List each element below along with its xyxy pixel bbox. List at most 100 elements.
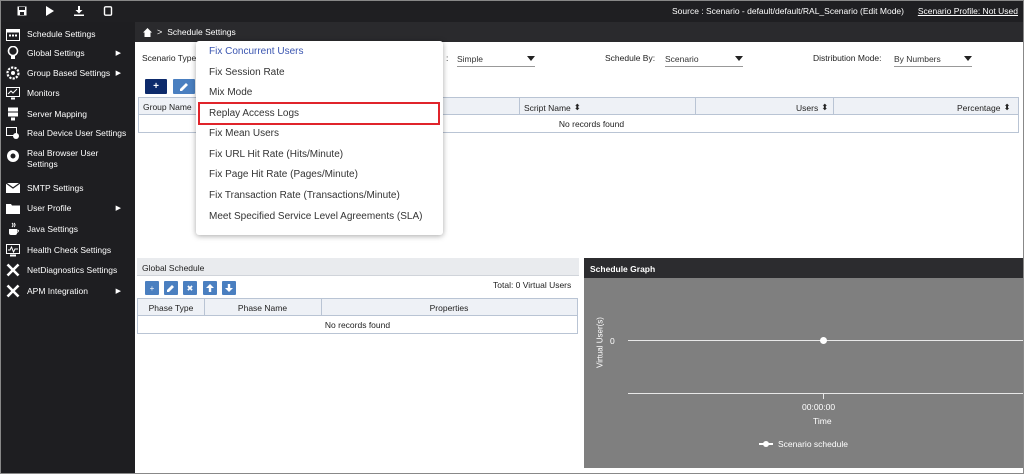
sidebar-item-schedule-settings[interactable]: Schedule Settings bbox=[0, 25, 135, 43]
tools-icon bbox=[5, 262, 21, 278]
edit-group-button[interactable] bbox=[173, 79, 195, 94]
sidebar-item-java-settings[interactable]: Java Settings bbox=[0, 220, 135, 238]
sidebar-item-smtp-settings[interactable]: SMTP Settings bbox=[0, 179, 135, 197]
graph-xtick: 00:00:00 bbox=[802, 402, 836, 412]
sidebar-item-label: Global Settings bbox=[27, 48, 85, 58]
column-users[interactable]: Users ⬍ bbox=[796, 102, 828, 113]
sidebar-item-user-profile[interactable]: User Profile ▶ bbox=[0, 199, 135, 217]
source-info: Source : Scenario - default/default/RAL_… bbox=[672, 6, 904, 16]
schedule-by-select[interactable]: Scenario bbox=[665, 51, 743, 67]
type-select[interactable]: Simple bbox=[457, 51, 535, 67]
sidebar-item-label: Real Device User Settings bbox=[27, 128, 127, 138]
chevron-down-icon bbox=[735, 56, 743, 61]
sidebar-item-group-based-settings[interactable]: Group Based Settings ▶ bbox=[0, 64, 135, 82]
schedule-by-value: Scenario bbox=[665, 53, 699, 64]
column-script-name-label: Script Name bbox=[524, 102, 571, 113]
menu-item-fix-mean-users[interactable]: Fix Mean Users bbox=[209, 128, 279, 139]
sort-icon: ⬍ bbox=[1003, 102, 1011, 112]
column-group-name[interactable]: Group Name bbox=[143, 102, 192, 112]
column-percentage-label: Percentage bbox=[957, 102, 1001, 113]
sidebar-item-health-check-settings[interactable]: Health Check Settings bbox=[0, 241, 135, 259]
pencil-icon bbox=[179, 83, 188, 91]
sidebar-item-apm-integration[interactable]: APM Integration ▶ bbox=[0, 282, 135, 300]
sidebar-item-netdiagnostics-settings[interactable]: NetDiagnostics Settings bbox=[0, 261, 135, 279]
graph-ylabel: Virtual User(s) bbox=[595, 317, 605, 368]
sidebar-item-global-settings[interactable]: Global Settings ▶ bbox=[0, 44, 135, 62]
legend-line-icon bbox=[759, 441, 773, 447]
sidebar-item-real-device-user-settings[interactable]: Real Device User Settings bbox=[0, 124, 135, 142]
sidebar-item-label: Monitors bbox=[27, 88, 60, 98]
add-group-button[interactable]: + bbox=[145, 79, 167, 94]
scenario-profile-link[interactable]: Scenario Profile: Not Used bbox=[918, 0, 1018, 22]
column-properties[interactable]: Properties bbox=[321, 303, 577, 313]
menu-item-fix-session-rate[interactable]: Fix Session Rate bbox=[209, 67, 285, 78]
plus-icon: + bbox=[149, 283, 155, 293]
bulb-icon bbox=[5, 45, 21, 61]
scenario-type-label: Scenario Type bbox=[142, 53, 197, 63]
monitor-icon bbox=[5, 85, 21, 101]
add-phase-button[interactable]: + bbox=[145, 281, 159, 295]
schedule-graph-header: Schedule Graph bbox=[584, 258, 1024, 278]
menu-item-fix-page-hit-rate[interactable]: Fix Page Hit Rate (Pages/Minute) bbox=[209, 169, 358, 180]
sidebar-item-server-mapping[interactable]: Server Mapping bbox=[0, 105, 135, 123]
column-phase-name[interactable]: Phase Name bbox=[204, 303, 321, 313]
expand-arrow-icon: ▶ bbox=[115, 70, 121, 77]
distribution-mode-select[interactable]: By Numbers bbox=[894, 51, 972, 67]
sidebar-item-label: Group Based Settings bbox=[27, 68, 111, 78]
close-icon: ✖ bbox=[186, 283, 194, 293]
column-script-name[interactable]: Script Name ⬍ bbox=[524, 102, 581, 113]
menu-item-fix-concurrent-users[interactable]: Fix Concurrent Users bbox=[209, 46, 303, 57]
column-percentage[interactable]: Percentage ⬍ bbox=[957, 102, 1011, 113]
breadcrumb: > Schedule Settings bbox=[135, 22, 1024, 42]
distribution-mode-value: By Numbers bbox=[894, 53, 941, 64]
move-up-button[interactable] bbox=[203, 281, 217, 295]
sort-icon: ⬍ bbox=[821, 102, 829, 112]
sidebar-item-label: Schedule Settings bbox=[27, 29, 96, 39]
graph-ytick: 0 bbox=[610, 336, 615, 346]
download-icon[interactable] bbox=[68, 0, 90, 22]
group-gear-icon bbox=[5, 65, 21, 81]
column-divider bbox=[519, 98, 520, 115]
delete-phase-button[interactable]: ✖ bbox=[183, 281, 197, 295]
top-toolbar: Source : Scenario - default/default/RAL_… bbox=[0, 0, 1024, 22]
menu-item-fix-url-hit-rate[interactable]: Fix URL Hit Rate (Hits/Minute) bbox=[209, 149, 343, 160]
menu-item-replay-access-logs[interactable]: Replay Access Logs bbox=[209, 108, 299, 119]
column-divider bbox=[695, 98, 696, 115]
mobile-icon[interactable] bbox=[97, 0, 119, 22]
breadcrumb-current: Schedule Settings bbox=[167, 27, 236, 37]
menu-item-fix-transaction-rate[interactable]: Fix Transaction Rate (Transactions/Minut… bbox=[209, 190, 400, 201]
total-virtual-users: Total: 0 Virtual Users bbox=[493, 280, 572, 290]
phase-empty-text: No records found bbox=[324, 320, 391, 330]
sidebar-item-label: NetDiagnostics Settings bbox=[27, 265, 118, 275]
folder-icon bbox=[5, 200, 21, 216]
health-check-icon bbox=[5, 242, 21, 258]
sidebar: Schedule Settings Global Settings ▶ Grou… bbox=[0, 22, 135, 474]
move-down-button[interactable] bbox=[222, 281, 236, 295]
expand-arrow-icon: ▶ bbox=[115, 288, 121, 295]
save-icon[interactable] bbox=[11, 0, 33, 22]
apm-icon bbox=[5, 283, 21, 299]
play-icon[interactable] bbox=[38, 0, 60, 22]
schedule-by-label: Schedule By: bbox=[605, 53, 656, 63]
sidebar-item-real-browser-user-settings[interactable]: Real Browser User Settings bbox=[0, 148, 135, 174]
sidebar-item-label: Server Mapping bbox=[27, 109, 88, 119]
scenario-type-dropdown: Fix Concurrent Users Fix Session Rate Mi… bbox=[196, 41, 443, 235]
graph-data-point[interactable] bbox=[820, 337, 827, 344]
graph-legend[interactable]: Scenario schedule bbox=[759, 439, 848, 449]
arrow-up-icon bbox=[206, 284, 214, 292]
type-select-value: Simple bbox=[457, 53, 483, 64]
menu-item-mix-mode[interactable]: Mix Mode bbox=[209, 87, 252, 98]
edit-phase-button[interactable] bbox=[164, 281, 178, 295]
arrow-down-icon bbox=[225, 284, 233, 292]
home-icon[interactable] bbox=[143, 27, 152, 37]
expand-arrow-icon: ▶ bbox=[115, 205, 121, 212]
legend-label: Scenario schedule bbox=[778, 439, 848, 449]
column-phase-type[interactable]: Phase Type bbox=[138, 303, 204, 313]
sidebar-item-label: User Profile bbox=[27, 203, 72, 213]
sidebar-item-label: APM Integration bbox=[27, 286, 88, 296]
sort-icon: ⬍ bbox=[573, 102, 581, 112]
plus-icon: + bbox=[153, 81, 159, 92]
menu-item-meet-sla[interactable]: Meet Specified Service Level Agreements … bbox=[209, 211, 422, 222]
server-icon bbox=[5, 106, 21, 122]
sidebar-item-monitors[interactable]: Monitors bbox=[0, 84, 135, 102]
